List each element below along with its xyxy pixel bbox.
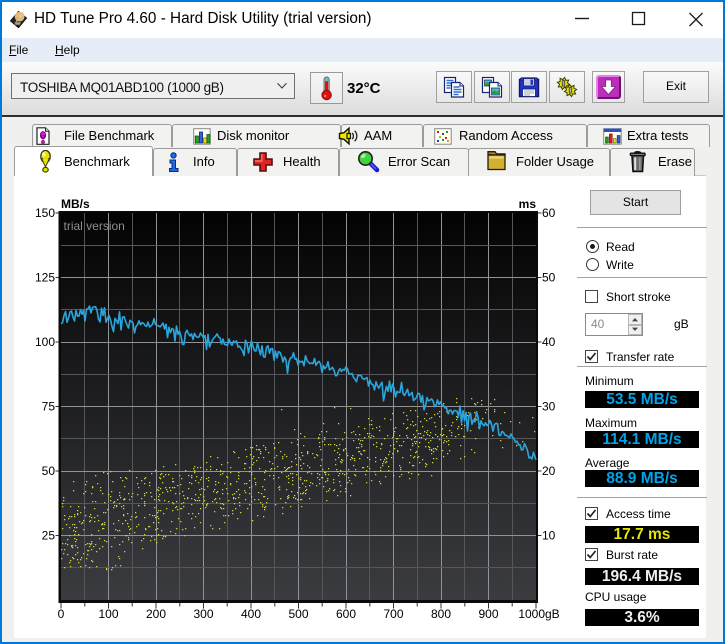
svg-text:50: 50	[42, 464, 56, 478]
svg-text:MB/s: MB/s	[61, 197, 90, 211]
svg-text:600: 600	[336, 607, 356, 621]
svg-text:300: 300	[193, 607, 213, 621]
svg-text:200: 200	[146, 607, 166, 621]
svg-text:400: 400	[241, 607, 261, 621]
svg-text:800: 800	[431, 607, 451, 621]
svg-text:60: 60	[542, 206, 556, 220]
svg-text:700: 700	[383, 607, 403, 621]
svg-text:0: 0	[58, 607, 65, 621]
svg-text:500: 500	[288, 607, 308, 621]
svg-text:30: 30	[542, 400, 556, 414]
svg-text:20: 20	[542, 464, 556, 478]
svg-text:125: 125	[35, 271, 55, 285]
svg-text:900: 900	[478, 607, 498, 621]
svg-text:ms: ms	[519, 197, 537, 211]
svg-text:trial version: trial version	[64, 219, 125, 233]
svg-text:40: 40	[542, 335, 556, 349]
svg-text:75: 75	[42, 400, 56, 414]
svg-text:1000gB: 1000gB	[518, 607, 559, 621]
svg-text:150: 150	[35, 206, 55, 220]
svg-text:25: 25	[42, 529, 56, 543]
svg-text:10: 10	[542, 529, 556, 543]
svg-text:100: 100	[98, 607, 118, 621]
svg-text:100: 100	[35, 335, 55, 349]
svg-text:50: 50	[542, 271, 556, 285]
